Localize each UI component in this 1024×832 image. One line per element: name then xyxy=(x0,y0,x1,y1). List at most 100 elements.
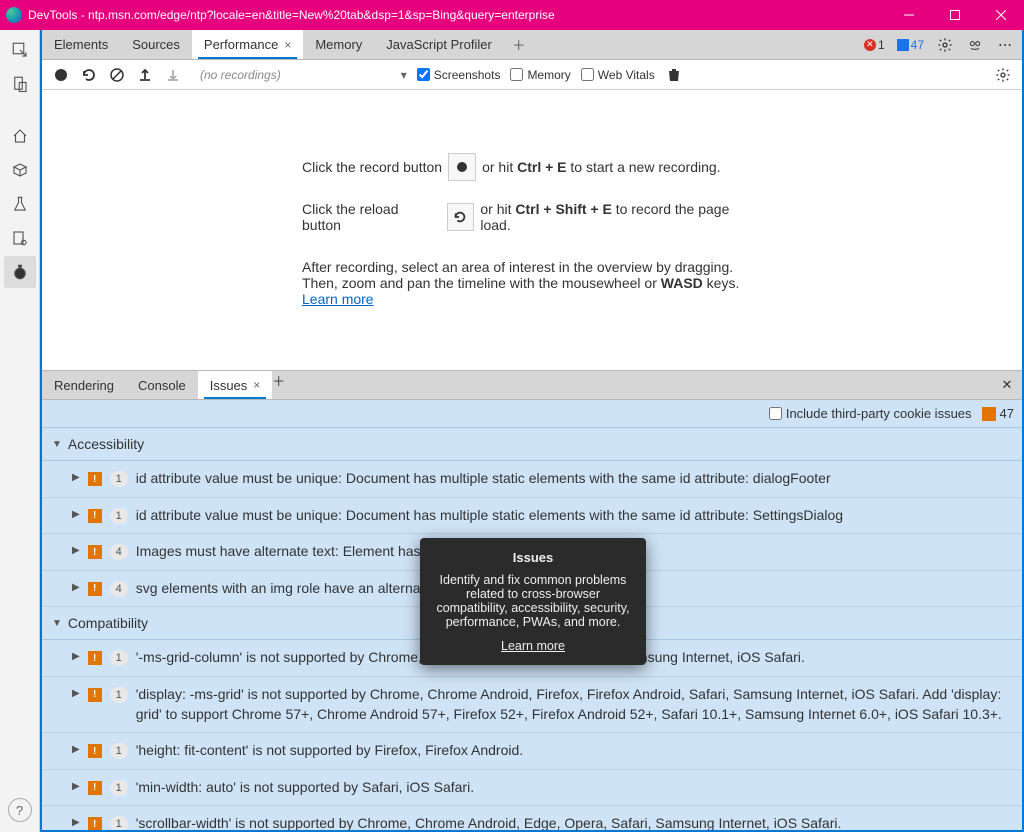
maximize-button[interactable] xyxy=(932,0,978,30)
webvitals-checkbox[interactable]: Web Vitals xyxy=(581,68,655,82)
clear-button[interactable] xyxy=(108,66,126,84)
flask-icon[interactable] xyxy=(4,188,36,220)
chevron-right-icon: ▶ xyxy=(72,781,80,792)
reload-button[interactable] xyxy=(80,66,98,84)
issue-count: 1 xyxy=(110,471,128,487)
record-icon xyxy=(448,153,476,181)
record-button[interactable] xyxy=(52,66,70,84)
issue-count: 1 xyxy=(110,508,128,524)
reload-icon xyxy=(447,203,475,231)
help-button[interactable]: ? xyxy=(8,798,32,822)
issue-item[interactable]: ▶! 1 'min-width: auto' is not supported by… xyxy=(42,770,1022,807)
tab-jsprofiler[interactable]: JavaScript Profiler xyxy=(374,30,503,59)
drawer-tabs: Rendering Console Issues× ＋ ✕ xyxy=(42,370,1022,400)
warn-icon: ! xyxy=(88,744,102,758)
download-button[interactable] xyxy=(164,66,182,84)
top-tabs: Elements Sources Performance× Memory Jav… xyxy=(42,30,1022,60)
tab-rendering[interactable]: Rendering xyxy=(42,371,126,399)
errors-badge[interactable]: ✕1 xyxy=(864,38,885,52)
add-drawer-tab[interactable]: ＋ xyxy=(272,371,285,399)
upload-button[interactable] xyxy=(136,66,154,84)
tab-console[interactable]: Console xyxy=(126,371,198,399)
chevron-right-icon: ▶ xyxy=(72,472,80,483)
settings-icon[interactable] xyxy=(994,66,1012,84)
warn-icon xyxy=(982,407,996,421)
close-button[interactable] xyxy=(978,0,1024,30)
recordings-label: (no recordings) xyxy=(200,68,281,82)
trash-icon[interactable] xyxy=(665,66,683,84)
app-icon xyxy=(6,7,22,23)
stopwatch-icon[interactable] xyxy=(4,256,36,288)
inspect-icon[interactable] xyxy=(4,34,36,66)
warn-icon: ! xyxy=(88,817,102,830)
issue-text: 'scrollbar-width' is not supported by Ch… xyxy=(136,814,1012,830)
learn-more-link[interactable]: Learn more xyxy=(302,291,374,307)
chevron-down-icon: ▼ xyxy=(52,439,62,450)
issue-count: 4 xyxy=(110,544,128,560)
issues-count: 47 xyxy=(982,406,1014,421)
more-icon[interactable] xyxy=(996,36,1014,54)
issue-text: 'min-width: auto' is not supported by Sa… xyxy=(136,778,1012,798)
warn-icon: ! xyxy=(88,472,102,486)
activity-bar: ? xyxy=(0,30,40,832)
chevron-right-icon: ▶ xyxy=(72,651,80,662)
issue-text: id attribute value must be unique: Docum… xyxy=(136,469,1012,489)
thirdparty-checkbox[interactable]: Include third-party cookie issues xyxy=(769,406,972,421)
warn-icon: ! xyxy=(88,781,102,795)
tab-elements[interactable]: Elements xyxy=(42,30,120,59)
issue-count: 1 xyxy=(110,743,128,759)
issue-group[interactable]: ▼Accessibility xyxy=(42,428,1022,461)
window-titlebar: DevTools - ntp.msn.com/edge/ntp?locale=e… xyxy=(0,0,1024,30)
chevron-down-icon[interactable]: ▾ xyxy=(401,68,407,82)
chevron-right-icon: ▶ xyxy=(72,545,80,556)
settings-icon[interactable] xyxy=(936,36,954,54)
warn-icon: ! xyxy=(88,688,102,702)
minimize-button[interactable] xyxy=(886,0,932,30)
chevron-right-icon: ▶ xyxy=(72,744,80,755)
messages-badge[interactable]: 47 xyxy=(897,38,924,52)
issue-item[interactable]: ▶! 1 'scrollbar-width' is not supported by… xyxy=(42,806,1022,830)
memory-checkbox[interactable]: Memory xyxy=(510,68,570,82)
3d-icon[interactable] xyxy=(4,154,36,186)
close-icon[interactable]: × xyxy=(284,38,291,52)
tab-performance[interactable]: Performance× xyxy=(192,30,303,59)
issue-text: 'display: -ms-grid' is not supported by … xyxy=(136,685,1012,724)
issue-count: 4 xyxy=(110,581,128,597)
warn-icon: ! xyxy=(88,545,102,559)
warn-icon: ! xyxy=(88,651,102,665)
device-icon[interactable] xyxy=(4,68,36,100)
screenshots-checkbox[interactable]: Screenshots xyxy=(417,68,501,82)
app-icon[interactable] xyxy=(4,222,36,254)
issue-count: 1 xyxy=(110,816,128,830)
tab-memory[interactable]: Memory xyxy=(303,30,374,59)
chevron-right-icon: ▶ xyxy=(72,509,80,520)
chevron-right-icon: ▶ xyxy=(72,688,80,699)
tab-issues[interactable]: Issues× xyxy=(198,371,273,399)
issue-text: id attribute value must be unique: Docum… xyxy=(136,506,1012,526)
add-tab-button[interactable]: ＋ xyxy=(504,30,534,59)
performance-toolbar: (no recordings) ▾ Screenshots Memory Web… xyxy=(42,60,1022,90)
warn-icon: ! xyxy=(88,582,102,596)
issue-count: 1 xyxy=(110,650,128,666)
chevron-right-icon: ▶ xyxy=(72,817,80,828)
close-drawer-button[interactable]: ✕ xyxy=(992,371,1022,399)
warn-icon: ! xyxy=(88,509,102,523)
home-icon[interactable] xyxy=(4,120,36,152)
issue-count: 1 xyxy=(110,687,128,703)
issue-item[interactable]: ▶! 1 id attribute value must be unique: Do… xyxy=(42,461,1022,498)
chevron-right-icon: ▶ xyxy=(72,582,80,593)
tab-sources[interactable]: Sources xyxy=(120,30,192,59)
chevron-down-icon: ▼ xyxy=(52,618,62,629)
issue-item[interactable]: ▶! 1 'display: -ms-grid' is not supported … xyxy=(42,677,1022,733)
issue-item[interactable]: ▶! 1 'height: fit-content' is not supporte… xyxy=(42,733,1022,770)
tooltip-learn-more-link[interactable]: Learn more xyxy=(501,639,565,653)
issues-toolbar: Include third-party cookie issues 47 xyxy=(42,400,1022,428)
issues-tooltip: Issues Identify and fix common problems … xyxy=(420,538,646,665)
issue-text: 'height: fit-content' is not supported b… xyxy=(136,741,1012,761)
issue-count: 1 xyxy=(110,780,128,796)
window-title: DevTools - ntp.msn.com/edge/ntp?locale=e… xyxy=(28,8,886,22)
issue-item[interactable]: ▶! 1 id attribute value must be unique: Do… xyxy=(42,498,1022,535)
feedback-icon[interactable] xyxy=(966,36,984,54)
close-icon[interactable]: × xyxy=(253,378,260,392)
performance-empty-state: Click the record button or hit Ctrl + E … xyxy=(42,90,1022,370)
